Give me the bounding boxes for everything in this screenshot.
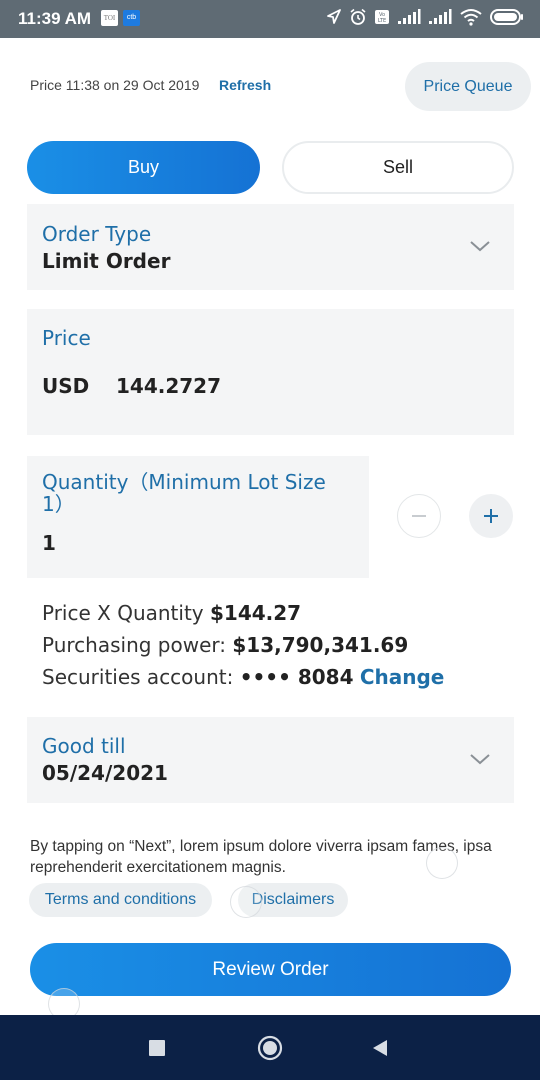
- increase-quantity-button[interactable]: [469, 494, 513, 538]
- status-time: 11:39 AM: [18, 9, 92, 28]
- quantity-field[interactable]: Quantity（Minimum Lot Size 1） 1: [27, 456, 369, 578]
- chevron-down-icon: [470, 754, 490, 765]
- ctb-app-icon: ctb: [123, 10, 140, 26]
- price-timestamp: Price 11:38 on 29 Oct 2019: [30, 77, 200, 93]
- wifi-icon: [460, 9, 482, 26]
- price-value[interactable]: 144.2727: [116, 374, 221, 398]
- order-type-value: Limit Order: [42, 249, 171, 273]
- good-till-dropdown[interactable]: Good till 05/24/2021: [27, 717, 514, 803]
- quantity-label: Quantity（Minimum Lot Size 1）: [42, 470, 326, 516]
- volte-icon: VoLTE: [375, 10, 389, 24]
- purchasing-power-label: Purchasing power:: [42, 633, 227, 657]
- securities-account-value: •••• 8084: [239, 665, 354, 689]
- price-queue-button[interactable]: Price Queue: [405, 62, 531, 111]
- signal-1-icon: [398, 9, 421, 24]
- chevron-down-icon: [470, 241, 490, 252]
- alarm-icon: [350, 8, 366, 25]
- good-till-label: Good till: [42, 734, 126, 758]
- status-icons: Vo LTE: [326, 8, 524, 26]
- back-button[interactable]: [370, 1037, 390, 1059]
- decrease-quantity-button[interactable]: [397, 494, 441, 538]
- home-circle-icon: [257, 1035, 283, 1061]
- buy-button[interactable]: Buy: [27, 141, 260, 194]
- location-icon: [327, 9, 341, 24]
- svg-text:LTE: LTE: [378, 18, 386, 24]
- terms-and-conditions-link[interactable]: Terms and conditions: [29, 883, 212, 917]
- touch-indicator: [230, 886, 262, 918]
- recents-button[interactable]: [146, 1037, 168, 1059]
- change-account-link[interactable]: Change: [360, 665, 445, 689]
- review-order-button[interactable]: Review Order: [30, 943, 511, 996]
- signal-2-icon: [429, 9, 452, 24]
- price-currency: USD: [42, 374, 90, 398]
- order-type-dropdown[interactable]: Order Type Limit Order: [27, 204, 514, 290]
- purchasing-power-value: $13,790,341.69: [232, 633, 409, 657]
- refresh-link[interactable]: Refresh: [219, 77, 271, 93]
- battery-icon: [490, 9, 523, 25]
- securities-account-label: Securities account:: [42, 665, 234, 689]
- order-type-label: Order Type: [42, 222, 152, 246]
- back-triangle-icon: [373, 1040, 387, 1056]
- price-field[interactable]: Price USD 144.2727: [27, 309, 514, 435]
- plus-icon: [484, 509, 498, 523]
- price-x-quantity-value: $144.27: [210, 601, 302, 625]
- minus-icon: [412, 515, 426, 517]
- sell-button[interactable]: Sell: [282, 141, 514, 194]
- touch-indicator: [426, 847, 458, 879]
- toi-app-icon: TOI: [101, 10, 118, 26]
- square-icon: [149, 1040, 165, 1056]
- home-button[interactable]: [256, 1034, 284, 1062]
- price-x-quantity-label: Price X Quantity: [42, 601, 204, 625]
- securities-account-row: Securities account: •••• 8084 Change: [42, 665, 444, 689]
- price-x-quantity-row: Price X Quantity $144.27: [42, 601, 301, 625]
- system-nav-bar: [0, 1015, 540, 1080]
- status-bar: 11:39 AM TOI ctb Vo LTE: [0, 0, 540, 38]
- price-label: Price: [42, 326, 91, 350]
- purchasing-power-row: Purchasing power: $13,790,341.69: [42, 633, 408, 657]
- good-till-value: 05/24/2021: [42, 761, 168, 785]
- quantity-value[interactable]: 1: [42, 531, 56, 555]
